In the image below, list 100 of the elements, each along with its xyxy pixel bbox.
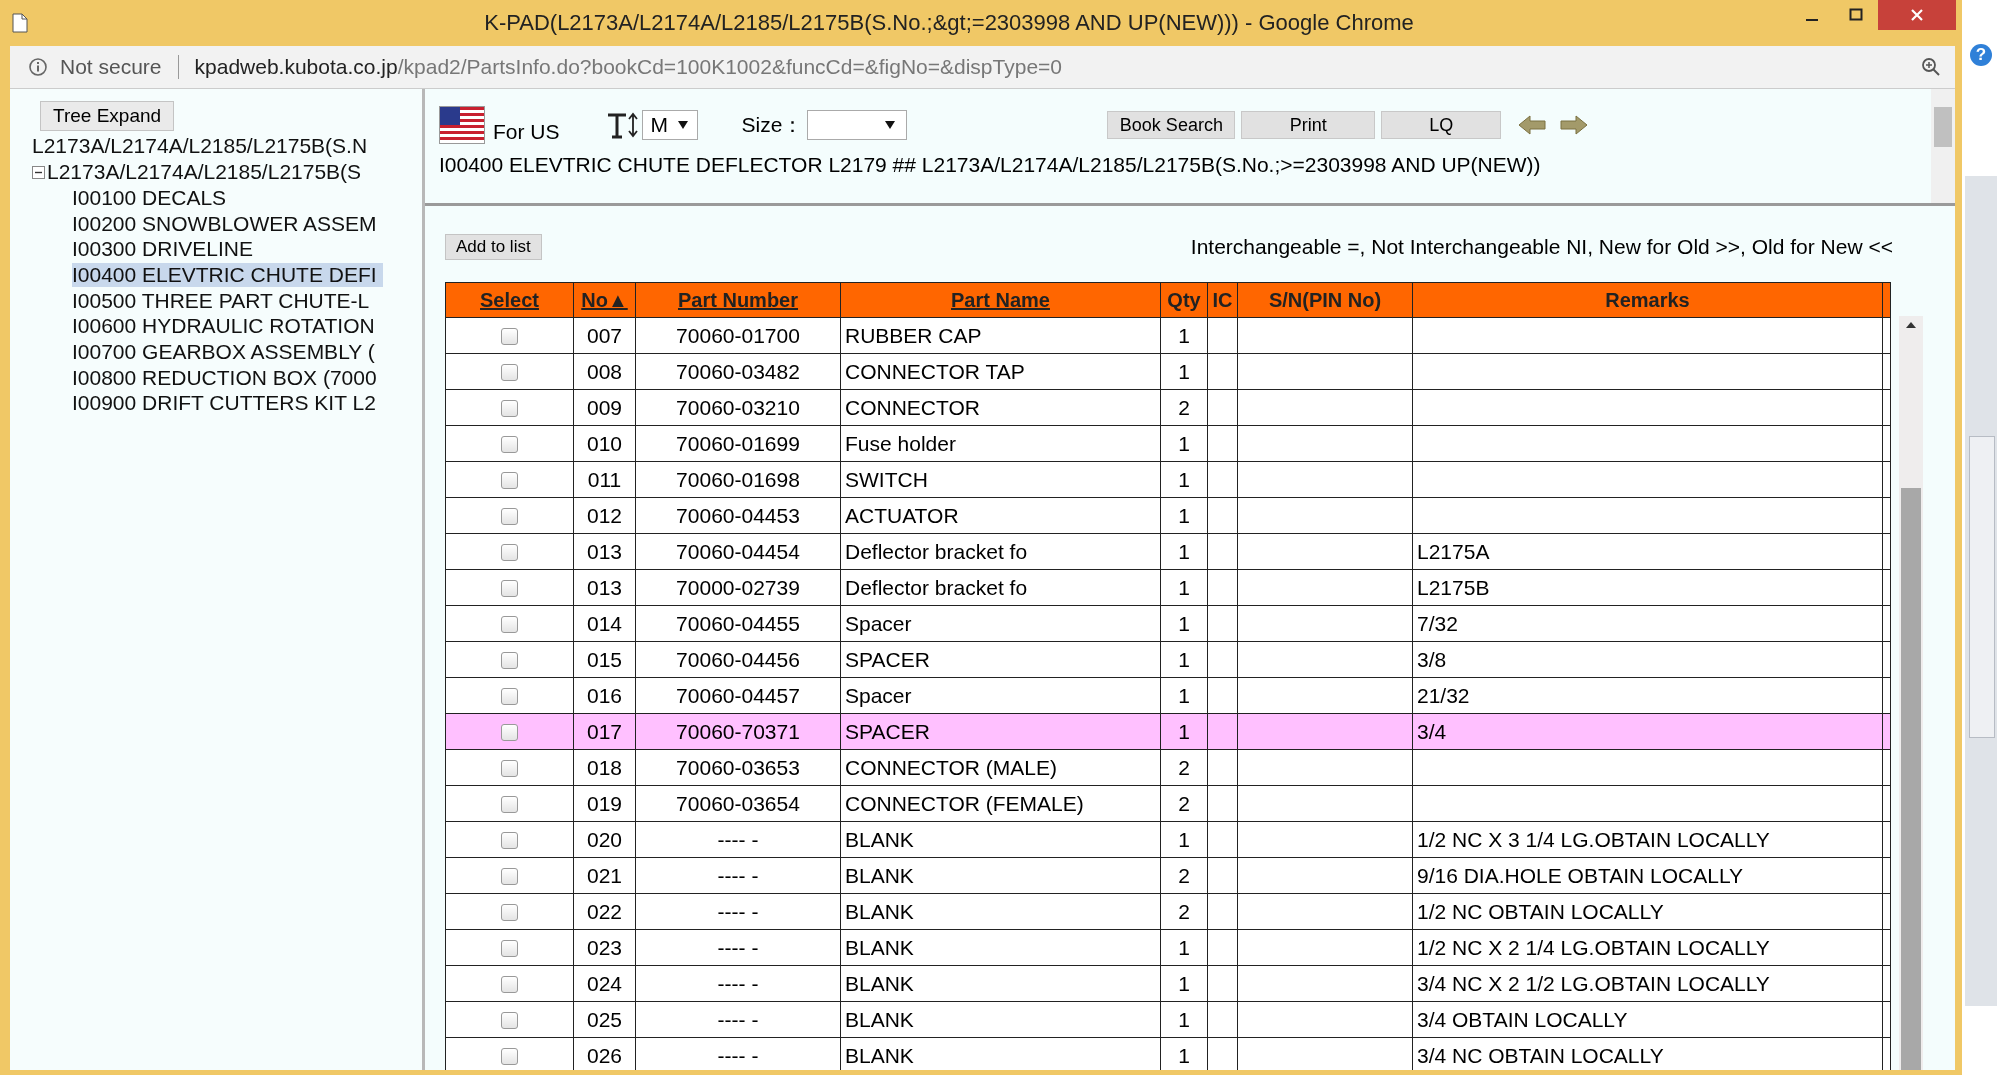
column-header: Qty <box>1160 282 1208 318</box>
table-cell: 1/2 NC X 3 1/4 LG.OBTAIN LOCALLY <box>1417 827 1770 851</box>
table-cell: 70060-04456 <box>676 647 800 671</box>
add-to-list-button[interactable]: Add to list <box>445 234 542 260</box>
table-cell: 70060-03653 <box>676 755 800 779</box>
table-row[interactable]: 007 70060-01700 RUBBER CAP 1 <box>445 317 1891 354</box>
table-cell: ---- - <box>717 863 759 887</box>
table-cell: 1 <box>1178 323 1190 347</box>
table-row[interactable]: 008 70060-03482 CONNECTOR TAP 1 <box>445 353 1891 390</box>
table-cell: 70060-04457 <box>676 683 800 707</box>
table-cell: 2 <box>1178 755 1190 779</box>
tree-item[interactable]: I00200 SNOWBLOWER ASSEM <box>72 211 377 236</box>
table-cell: Deflector bracket fo <box>845 575 1028 599</box>
table-cell: Fuse holder <box>845 431 956 455</box>
size-label: Size： <box>741 112 804 138</box>
table-row[interactable]: 018 70060-03653 CONNECTOR (MALE) 2 <box>445 749 1891 786</box>
table-cell: 2 <box>1178 395 1190 419</box>
table-cell: Spacer <box>845 683 912 707</box>
table-cell: 70000-02739 <box>676 575 800 599</box>
table-cell: ---- - <box>717 971 759 995</box>
table-cell: 9/16 DIA.HOLE OBTAIN LOCALLY <box>1417 863 1743 887</box>
tree-item[interactable]: L2173A/L2174A/L2185/L2175B(S <box>47 160 362 184</box>
table-cell: 70060-04455 <box>676 611 800 635</box>
table-cell: 022 <box>586 899 622 923</box>
table-cell: ---- - <box>717 1043 759 1067</box>
table-cell: Deflector bracket fo <box>845 539 1028 563</box>
table-cell: 1 <box>1178 611 1190 635</box>
table-cell: RUBBER CAP <box>845 323 982 347</box>
table-cell: 1 <box>1178 359 1190 383</box>
table-cell: CONNECTOR (MALE) <box>845 755 1057 779</box>
table-cell: ---- - <box>717 1007 759 1031</box>
column-header[interactable]: No▲ <box>573 282 636 318</box>
table-cell: BLANK <box>845 827 914 851</box>
table-cell: 70060-01700 <box>676 323 800 347</box>
tree-item[interactable]: I00900 DRIFT CUTTERS KIT L2 <box>72 391 376 416</box>
table-cell: 008 <box>586 359 622 383</box>
table-row[interactable]: 014 70060-04455 Spacer 1 7/32 <box>445 605 1891 642</box>
table-cell: BLANK <box>845 863 914 887</box>
table-cell: L2175B <box>1417 575 1490 599</box>
table-cell: ---- - <box>717 935 759 959</box>
tree-item[interactable]: I00700 GEARBOX ASSEMBLY ( <box>72 339 375 364</box>
table-cell: 013 <box>586 539 622 563</box>
tree-item[interactable]: L2173A/L2174A/L2185/L2175B(S.N <box>32 134 368 158</box>
table-cell: 013 <box>586 575 622 599</box>
table-cell: L2175A <box>1417 539 1490 563</box>
table-row[interactable]: 022 ---- - BLANK 2 1/2 NC OBTAIN LOCALLY <box>445 893 1891 930</box>
table-row[interactable]: 009 70060-03210 CONNECTOR 2 <box>445 389 1891 426</box>
tree-item[interactable]: I00800 REDUCTION BOX (7000 <box>72 365 377 390</box>
table-cell: 2 <box>1178 791 1190 815</box>
toolbar-button[interactable]: Book Search <box>1107 111 1236 139</box>
table-row[interactable]: 017 70060-70371 SPACER 1 3/4 <box>445 713 1891 750</box>
table-cell: SPACER <box>845 647 930 671</box>
column-header: IC <box>1207 282 1238 318</box>
tree-item[interactable]: I00600 HYDRAULIC ROTATION <box>72 314 375 339</box>
table-row[interactable]: 020 ---- - BLANK 1 1/2 NC X 3 1/4 LG.OBTAIN LOCALLY <box>445 821 1891 858</box>
region-label: For US <box>493 120 560 144</box>
table-row[interactable]: 021 ---- - BLANK 2 9/16 DIA.HOLE OBTAIN LOCALLY <box>445 857 1891 894</box>
table-cell: BLANK <box>845 1043 914 1067</box>
table-row[interactable]: 010 70060-01699 Fuse holder 1 <box>445 425 1891 462</box>
table-row[interactable]: 013 70060-04454 Deflector bracket fo 1 L2175A <box>445 533 1891 570</box>
table-row[interactable]: 013 70000-02739 Deflector bracket fo 1 L2175B <box>445 569 1891 606</box>
table-row[interactable]: 011 70060-01698 SWITCH 1 <box>445 461 1891 498</box>
column-header[interactable]: Select <box>445 282 574 318</box>
tree-item[interactable]: I00400 ELEVTRIC CHUTE DEFI <box>72 262 383 287</box>
column-header[interactable]: Part Name <box>840 282 1161 318</box>
table-cell: 70060-03210 <box>676 395 800 419</box>
help-button[interactable]: ? <box>1970 44 1992 66</box>
table-cell: 024 <box>586 971 622 995</box>
toolbar-button[interactable]: LQ <box>1381 111 1502 139</box>
table-cell: 014 <box>586 611 622 635</box>
table-cell: 1 <box>1178 971 1190 995</box>
table-row[interactable]: 025 ---- - BLANK 1 3/4 OBTAIN LOCALLY <box>445 1001 1891 1038</box>
url-text[interactable]: kpadweb.kubota.co.jp/kpad2/PartsInfo.do?bookCd=100K1002&funcCd=&figNo=&dispType=0 <box>194 55 1909 79</box>
table-cell: ACTUATOR <box>845 503 959 527</box>
table-cell: 7/32 <box>1417 611 1458 635</box>
table-cell: 017 <box>586 719 622 743</box>
figure-heading: I00400 ELEVTRIC CHUTE DEFLECTOR L2179 ## L2173A/L2174A/L2185/L2175B(S.No.;>=2303998 AND UP(NEW)) <box>439 153 1542 177</box>
table-row[interactable]: 012 70060-04453 ACTUATOR 1 <box>445 497 1891 534</box>
table-row[interactable]: 015 70060-04456 SPACER 1 3/8 <box>445 641 1891 678</box>
tree-item[interactable]: I00500 THREE PART CHUTE-L <box>72 288 370 313</box>
column-header[interactable]: Part Number <box>635 282 841 318</box>
tree-expand-button[interactable]: Tree Expand <box>40 101 175 131</box>
table-row[interactable]: 026 ---- - BLANK 1 3/4 NC OBTAIN LOCALLY <box>445 1037 1891 1070</box>
table-row[interactable]: 024 ---- - BLANK 1 3/4 NC X 2 1/2 LG.OBTAIN LOCALLY <box>445 965 1891 1002</box>
table-cell: ---- - <box>717 899 759 923</box>
table-row[interactable]: 019 70060-03654 CONNECTOR (FEMALE) 2 <box>445 785 1891 822</box>
font-size-select[interactable]: M <box>641 110 698 140</box>
table-cell: BLANK <box>845 899 914 923</box>
tree-item[interactable]: I00100 DECALS <box>72 185 227 210</box>
table-cell: 018 <box>586 755 622 779</box>
table-cell: 70060-70371 <box>676 719 800 743</box>
table-cell: ---- - <box>717 827 759 851</box>
table-cell: 1 <box>1178 431 1190 455</box>
tree-item[interactable]: I00300 DRIVELINE <box>72 237 253 262</box>
table-cell: 016 <box>586 683 622 707</box>
table-cell: 1 <box>1178 935 1190 959</box>
table-cell: CONNECTOR <box>845 395 980 419</box>
toolbar-button[interactable]: Print <box>1241 111 1376 139</box>
table-row[interactable]: 016 70060-04457 Spacer 1 21/32 <box>445 677 1891 714</box>
table-row[interactable]: 023 ---- - BLANK 1 1/2 NC X 2 1/4 LG.OBTAIN LOCALLY <box>445 929 1891 966</box>
